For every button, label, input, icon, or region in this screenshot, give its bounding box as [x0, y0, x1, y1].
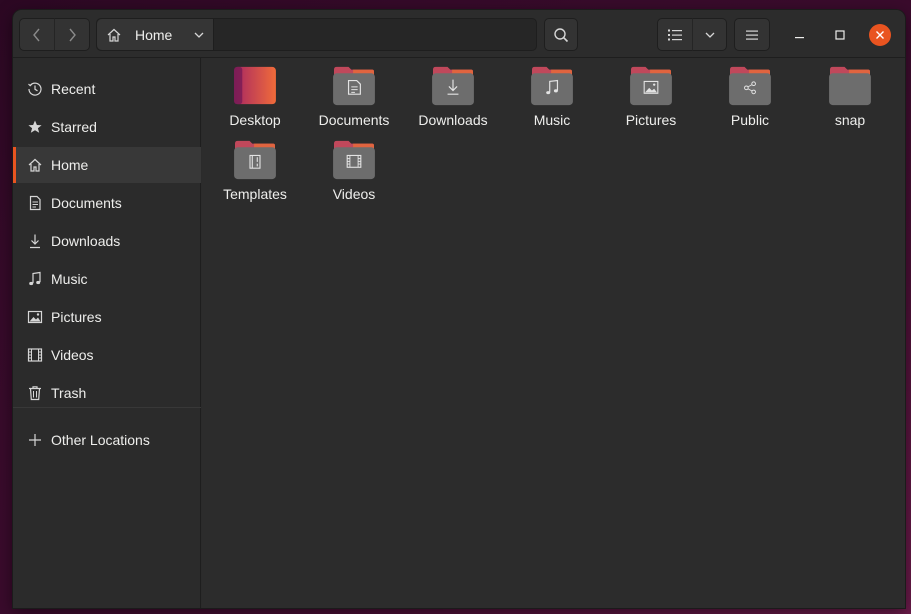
sidebar-item-label: Recent [51, 81, 96, 97]
sidebar-item-label: Videos [51, 347, 94, 363]
sidebar-item-downloads[interactable]: Downloads [13, 223, 201, 259]
sidebar-item-starred[interactable]: Starred [13, 109, 201, 145]
sidebar-item-other-locations[interactable]: Other Locations [13, 422, 201, 458]
sidebar-item-pictures[interactable]: Pictures [13, 299, 201, 335]
file-item-documents[interactable]: Documents [306, 58, 402, 128]
search-icon [554, 27, 569, 42]
file-view[interactable]: Desktop Documents Downloads Music Pictur… [202, 58, 905, 608]
path-home-button[interactable]: Home [97, 19, 214, 50]
folder-icon [829, 66, 871, 106]
downloads-folder-icon [432, 66, 474, 106]
file-name: snap [834, 112, 866, 128]
sidebar-item-label: Other Locations [51, 432, 150, 448]
sidebar-separator [13, 407, 201, 408]
minimize-icon [795, 37, 804, 39]
chevron-left-icon [33, 28, 40, 41]
sidebar-item-label: Home [51, 157, 89, 173]
file-item-snap[interactable]: snap [802, 58, 898, 128]
sidebar-item-label: Starred [51, 119, 97, 135]
file-item-public[interactable]: Public [702, 58, 798, 128]
maximize-icon [835, 30, 845, 40]
download-icon [30, 234, 40, 249]
path-home-label: Home [135, 26, 173, 43]
file-name: Music [533, 112, 571, 128]
public-folder-icon [729, 66, 771, 106]
file-name: Public [730, 112, 770, 128]
music-folder-icon [531, 66, 573, 106]
home-icon [107, 28, 121, 42]
film-icon [27, 348, 43, 362]
chevron-right-icon [69, 28, 76, 41]
forward-button[interactable] [54, 18, 90, 51]
file-item-desktop[interactable]: Desktop [207, 58, 303, 128]
file-item-templates[interactable]: Templates [207, 132, 303, 202]
sidebar-item-label: Documents [51, 195, 122, 211]
path-bar[interactable]: Home [96, 18, 537, 51]
file-name: Documents [318, 112, 390, 128]
home-icon [28, 158, 42, 172]
file-name: Desktop [229, 112, 281, 128]
file-item-videos[interactable]: Videos [306, 132, 402, 202]
sidebar-item-videos[interactable]: Videos [13, 337, 201, 373]
sidebar-item-label: Trash [51, 385, 87, 401]
templates-folder-icon [234, 140, 276, 180]
list-view-icon [668, 29, 682, 40]
sidebar-item-documents[interactable]: Documents [13, 185, 201, 221]
minimize-button[interactable] [789, 24, 811, 46]
file-name: Videos [332, 186, 376, 202]
places-sidebar: Recent Starred Home Documents Downloads … [13, 58, 201, 608]
file-item-downloads[interactable]: Downloads [405, 58, 501, 128]
sidebar-item-label: Music [51, 271, 88, 287]
music-note-icon [29, 271, 41, 286]
clock-icon [28, 82, 42, 96]
chevron-down-icon [705, 32, 714, 38]
sidebar-item-trash[interactable]: Trash [13, 375, 201, 411]
picture-icon [27, 310, 43, 324]
sidebar-item-recent[interactable]: Recent [13, 71, 201, 107]
main-menu-button[interactable] [734, 18, 770, 51]
close-icon [876, 31, 884, 39]
file-name: Templates [223, 186, 287, 202]
search-button[interactable] [544, 18, 578, 51]
view-options-button[interactable] [692, 18, 727, 51]
file-name: Downloads [418, 112, 488, 128]
header-bar: Home [13, 10, 905, 58]
file-name: Pictures [625, 112, 677, 128]
documents-folder-icon [333, 66, 375, 106]
star-icon [28, 120, 42, 133]
videos-folder-icon [333, 140, 375, 180]
desktop-folder-icon [234, 66, 276, 105]
hamburger-menu-icon [746, 30, 758, 40]
sidebar-item-music[interactable]: Music [13, 261, 201, 297]
trash-icon [29, 386, 41, 401]
sidebar-item-home[interactable]: Home [13, 147, 201, 183]
file-item-music[interactable]: Music [504, 58, 600, 128]
sidebar-item-label: Downloads [51, 233, 121, 249]
back-button[interactable] [19, 18, 55, 51]
maximize-button[interactable] [829, 24, 851, 46]
document-icon [29, 195, 41, 211]
file-item-pictures[interactable]: Pictures [603, 58, 699, 128]
file-manager-window: Home Recent Starred Home Documents Downl… [13, 10, 905, 608]
plus-icon [29, 434, 41, 446]
pictures-folder-icon [630, 66, 672, 106]
list-view-button[interactable] [657, 18, 693, 51]
sidebar-item-label: Pictures [51, 309, 102, 325]
close-button[interactable] [869, 24, 891, 46]
chevron-down-icon[interactable] [193, 29, 205, 41]
